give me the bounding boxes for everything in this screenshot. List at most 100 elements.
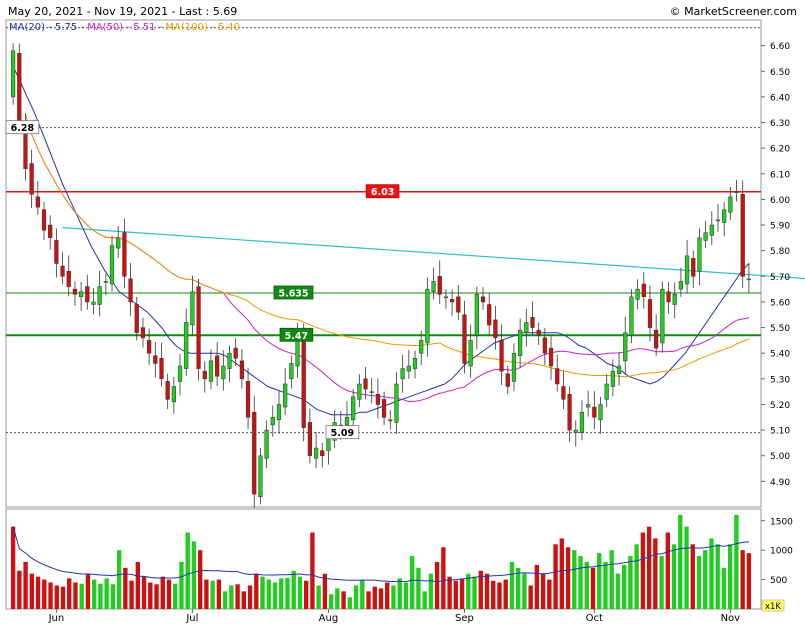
volume-bar xyxy=(116,550,122,609)
volume-bar xyxy=(653,538,658,609)
candle-body xyxy=(245,381,251,418)
volume-bar xyxy=(684,526,689,609)
volume-bar xyxy=(727,544,733,609)
volume-bar xyxy=(222,591,228,609)
y-tick-label: 5.90 xyxy=(770,222,790,232)
x-tick-label: Sep xyxy=(455,613,474,624)
volume-bar xyxy=(197,550,203,609)
candle-body xyxy=(641,283,646,298)
y-tick-label: 5.40 xyxy=(770,350,790,360)
candle-body xyxy=(79,291,84,298)
volume-bar xyxy=(590,567,596,609)
candle-body xyxy=(375,393,381,405)
volume-bar xyxy=(515,567,521,609)
candle-body xyxy=(85,286,90,303)
candle-body xyxy=(666,291,671,303)
volume-bar xyxy=(746,553,752,609)
candle-body xyxy=(542,337,547,354)
level-label: 6.28 xyxy=(11,123,35,134)
volume-bar xyxy=(42,579,47,609)
legend-ma20: MA(20) - 5.75 xyxy=(9,22,77,33)
volume-bar xyxy=(67,578,72,609)
volume-bar xyxy=(665,532,671,609)
candle-body xyxy=(629,296,634,336)
candle-body xyxy=(48,224,53,239)
legend-ma100: MA(100) - 5.40 xyxy=(165,22,240,33)
volume-bar xyxy=(129,580,134,609)
x-tick-label: Oct xyxy=(586,613,603,624)
level-label: 5.47 xyxy=(285,331,308,342)
volume-bar xyxy=(241,591,247,609)
level-label: 6.03 xyxy=(371,187,394,198)
volume-bar xyxy=(279,578,284,609)
candle-body xyxy=(326,437,331,451)
volume-bar xyxy=(148,582,153,609)
candle-body xyxy=(567,393,572,431)
candle-body xyxy=(684,255,690,285)
x-tick-label: Nov xyxy=(721,613,741,624)
volume-bar xyxy=(584,561,589,609)
y-tick-label: 5.80 xyxy=(770,247,790,257)
volume-bar xyxy=(459,578,465,609)
y-tick-label: 5.50 xyxy=(770,324,790,334)
candle-body xyxy=(171,386,176,403)
candle-body xyxy=(239,360,244,380)
candle-body xyxy=(691,258,696,277)
candle-body xyxy=(313,447,319,459)
candle-body xyxy=(283,383,288,408)
volume-bar xyxy=(29,573,35,609)
volume-bar xyxy=(229,585,234,609)
legend: MA(20) - 5.75 - MA(50) - 5.51 - MA(100) … xyxy=(9,22,240,33)
level-label: 5.09 xyxy=(331,428,354,439)
volume-bar xyxy=(328,594,334,609)
volume-bar xyxy=(621,564,627,609)
volume-bar xyxy=(522,573,527,609)
candle-body xyxy=(728,196,733,213)
volume-bar xyxy=(204,579,209,609)
volume-bar xyxy=(141,576,147,609)
volume-bar xyxy=(154,584,159,609)
legend-ma50: MA(50) - 5.51 xyxy=(87,22,155,33)
volume-bar xyxy=(703,550,708,609)
candle-body xyxy=(320,450,325,456)
candle-body xyxy=(233,347,238,359)
volume-bar xyxy=(403,582,409,609)
volume-bar xyxy=(104,578,109,609)
candle-body xyxy=(610,370,615,387)
volume-bar xyxy=(135,561,141,609)
volume-bar xyxy=(17,570,22,609)
volume-bar xyxy=(266,579,271,609)
candle-body xyxy=(394,383,399,423)
candle-body xyxy=(524,322,529,333)
candle-body xyxy=(258,455,263,497)
volume-bar xyxy=(366,591,371,609)
candle-body xyxy=(722,209,727,223)
volume-bar xyxy=(297,576,303,609)
volume-bar xyxy=(540,573,546,609)
candle-body xyxy=(548,347,554,367)
volume-bar xyxy=(54,585,59,609)
candle-body xyxy=(29,163,34,195)
candle-body xyxy=(672,294,677,305)
volume-bar xyxy=(391,585,396,609)
volume-bar xyxy=(85,573,91,609)
volume-bar xyxy=(740,550,745,609)
candle-body xyxy=(184,322,189,369)
legend-separator: - xyxy=(155,22,165,33)
candle-body xyxy=(109,245,115,285)
candle-body xyxy=(351,396,356,421)
volume-bar xyxy=(721,567,727,609)
level-label: 5.635 xyxy=(278,288,308,299)
volume-bar xyxy=(491,580,496,609)
volume-bar xyxy=(310,532,315,609)
candle-body xyxy=(270,417,275,426)
volume-bar xyxy=(497,582,502,609)
candle-body xyxy=(530,317,535,328)
volume-bar xyxy=(185,532,190,609)
volume-bar xyxy=(690,544,695,609)
y-tick-label: 5.30 xyxy=(770,375,790,385)
volume-bar xyxy=(160,576,165,609)
candle-body xyxy=(147,340,152,354)
candle-body xyxy=(177,365,183,382)
volume-bar xyxy=(173,583,178,609)
